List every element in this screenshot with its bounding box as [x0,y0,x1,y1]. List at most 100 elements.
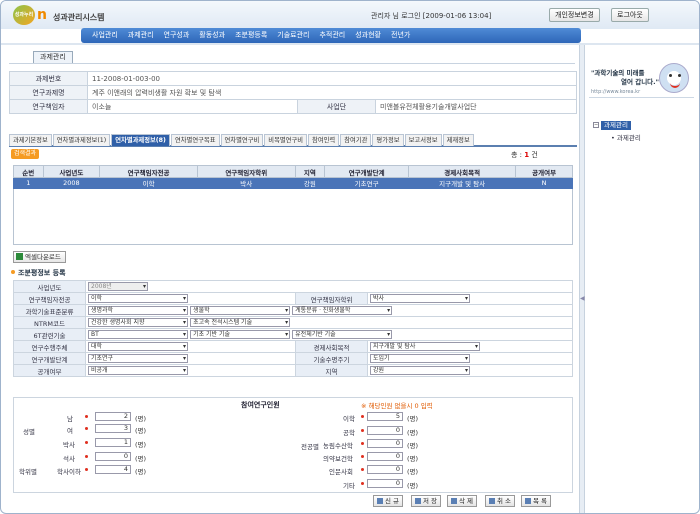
logo-letter: n [37,7,47,23]
econ-select[interactable]: 지구개발 및 탐사 [370,342,480,351]
region-select[interactable]: 강원 [370,366,470,375]
ntrm-select-1[interactable]: 건강한 생명사회 지향 [88,318,188,327]
result-badge: 검색결과 [11,149,40,159]
open-select[interactable]: 비공개 [88,366,188,375]
std-select-3[interactable]: 계통분류ㆍ진화생물학 [292,306,393,315]
tab-annual-info-8[interactable]: 연차별과제정보(8) [111,134,170,146]
eng-label: 공학 [343,429,355,437]
delete-button[interactable]: 삭 제 [447,495,478,507]
major-select[interactable]: 이학 [88,294,188,303]
list-button[interactable]: 목 록 [521,495,552,507]
std-select-2[interactable]: 생물학 [190,306,291,315]
degree-label: 연구책임자학위 [295,292,368,305]
hum-input[interactable]: 0 [367,465,403,474]
grid-cell: 2008 [42,177,101,189]
phd-input[interactable]: 1 [95,438,131,447]
stage-select[interactable]: 기초연구 [88,354,188,363]
nav-item[interactable]: 기술료관리 [272,28,314,43]
required-icon [361,468,364,471]
required-icon [361,482,364,485]
nav-item[interactable]: 조분평등록 [230,28,272,43]
profile-button[interactable]: 개인정보변경 [549,8,600,22]
system-title: 성과관리시스템 [53,13,105,22]
logout-button[interactable]: 로그아웃 [611,8,649,22]
save-icon [415,498,421,504]
tab-institution[interactable]: 참여기관 [340,134,372,146]
female-input[interactable]: 3 [95,424,131,433]
list-label: 목 록 [533,497,548,505]
year-select[interactable]: 2008년 [88,282,148,291]
phd-label: 박사 [63,441,75,449]
tab-personnel[interactable]: 참여인력 [308,134,340,146]
degree-select[interactable]: 박사 [370,294,470,303]
nav-item[interactable]: 연구성과 [159,28,195,43]
med-input[interactable]: 0 [367,452,403,461]
cycle-select[interactable]: 도입기 [370,354,470,363]
tech6-select-1[interactable]: BT [88,330,188,339]
tab-annual-goal[interactable]: 연차별연구목표 [170,134,220,146]
bachelor-input[interactable]: 4 [95,465,131,474]
delete-icon [451,498,457,504]
tech6-select-2[interactable]: 기초 기반 기술 [190,330,291,339]
open-label: 공개여부 [13,364,86,377]
tab-evaluation[interactable]: 평가정보 [372,134,404,146]
eng-input[interactable]: 0 [367,426,403,435]
sci-input[interactable]: 5 [367,412,403,421]
task-info-table: 과제번호 11-2008-01-003-00 연구과제명 계주 이앤래의 압력비생활… [9,71,577,114]
grid-cell: 강원 [294,177,326,189]
count-label: 총 : [511,151,523,159]
excel-label: 엑셀다운로드 [25,253,61,261]
major-group-label: 전공별 [301,443,319,451]
required-icon [361,455,364,458]
minus-icon[interactable]: − [593,122,599,128]
excel-icon [16,253,23,260]
tree-root[interactable]: − 과제관리 [593,121,641,130]
cancel-button[interactable]: 취 소 [485,495,516,507]
nav-item[interactable]: 과제관리 [123,28,159,43]
year-label: 사업년도 [13,280,86,293]
econ-label: 경제사회목적 [295,340,368,353]
nav-item[interactable]: 전년가 [386,28,415,43]
save-button[interactable]: 저 장 [411,495,442,507]
exec-select[interactable]: 대학 [88,342,188,351]
new-button[interactable]: 신 규 [373,495,404,507]
tab-report[interactable]: 보고서정보 [404,134,442,146]
slogan: "과학기술의 미래를 열어 갑니다." [591,69,659,87]
unit-label: (명) [135,441,147,449]
master-input[interactable]: 0 [95,452,131,461]
male-input[interactable]: 2 [95,412,131,421]
std-select-1[interactable]: 생명과학 [88,306,188,315]
etc-input[interactable]: 0 [367,479,403,488]
grid-cell: 박사 [196,177,296,189]
bachelor-label: 학사이하 [57,468,81,476]
tab-sanction[interactable]: 제재정보 [442,134,474,146]
tree-child[interactable]: • 과제관리 [611,132,641,142]
collapse-arrow-icon[interactable]: ◀ [580,295,585,302]
count-value: 1 [524,151,530,159]
save-label: 저 장 [423,497,438,505]
tree-root-label[interactable]: 과제관리 [601,121,631,130]
excel-download-button[interactable]: 엑셀다운로드 [13,251,66,263]
nav-item[interactable]: 추적관리 [314,28,350,43]
nav-item[interactable]: 활동성과 [194,28,230,43]
main-nav: 사업관리 과제관리 연구성과 활동성과 조분평등록 기술료관리 추적관리 성과현황 전년가 [81,28,581,43]
page-tab[interactable]: 과제관리 [33,51,73,63]
nav-item[interactable]: 사업관리 [87,28,123,43]
required-icon [85,441,88,444]
user-info: 관리자 님 로그인 [2009-01-06 13:04] [371,12,492,20]
tab-annual-info-1[interactable]: 연차별과제정보(1) [52,134,111,146]
table-row[interactable]: 1 2008 이학 박사 강원 기초연구 지구개발 및 탐사 N [13,177,573,189]
tab-basic[interactable]: 과제기본정보 [9,134,52,146]
tree-child-label[interactable]: 과제관리 [617,134,641,142]
grid-cell: 1 [13,177,44,189]
tech6-select-3[interactable]: 유전체기반 기술 [292,330,393,339]
female-label: 여 [67,427,73,435]
tab-item-budget[interactable]: 비목별연구비 [264,134,308,146]
tab-annual-budget[interactable]: 연차별연구비 [220,134,264,146]
nav-item[interactable]: 성과현황 [350,28,386,43]
list-icon [525,498,531,504]
tech6-label: 6T관련기술 [13,328,86,341]
splitter-handle[interactable]: ◀ [579,45,585,513]
agri-input[interactable]: 0 [367,439,403,448]
ntrm-select-2[interactable]: 초고속 전석시스템 기술 [190,318,291,327]
